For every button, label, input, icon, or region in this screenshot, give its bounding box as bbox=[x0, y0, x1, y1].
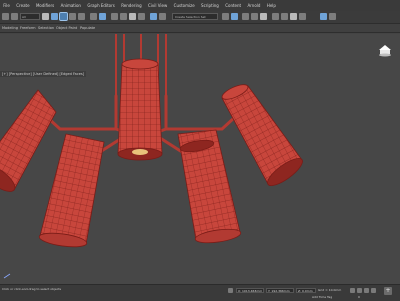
select-rotate-icon[interactable] bbox=[69, 13, 76, 20]
menu-bar: File Create Modifiers Animation Graph Ed… bbox=[0, 0, 400, 11]
percent-snap-icon[interactable] bbox=[129, 13, 136, 20]
lock-selection-icon[interactable] bbox=[228, 288, 233, 293]
menu-item-graph-editors[interactable]: Graph Editors bbox=[84, 0, 118, 11]
menu-item-modifiers[interactable]: Modifiers bbox=[33, 0, 58, 11]
add-time-tag[interactable]: Add Time Tag bbox=[312, 295, 332, 299]
x-coordinate-field[interactable]: X: 1013.463mm bbox=[236, 288, 264, 293]
add-key-button[interactable]: + bbox=[384, 287, 392, 295]
selection-filter-dropdown[interactable]: All bbox=[20, 13, 40, 20]
select-region-icon[interactable] bbox=[51, 13, 58, 20]
menu-item-create[interactable]: Create bbox=[13, 0, 33, 11]
z-coordinate-field[interactable]: Z: 0.0mm bbox=[296, 288, 316, 293]
menu-item-rendering[interactable]: Rendering bbox=[118, 0, 145, 11]
align-icon[interactable] bbox=[222, 13, 229, 20]
menu-item-arnold[interactable]: Arnold bbox=[244, 0, 263, 11]
render-in-cloud-icon[interactable] bbox=[329, 13, 336, 20]
tab-selection[interactable]: Selection bbox=[38, 24, 54, 32]
menu-item-file[interactable]: File bbox=[0, 0, 13, 11]
select-scale-icon[interactable] bbox=[78, 13, 85, 20]
menu-item-help[interactable]: Help bbox=[264, 0, 280, 11]
render-production-icon[interactable] bbox=[299, 13, 306, 20]
undo-icon[interactable] bbox=[2, 13, 9, 20]
material-editor-icon[interactable] bbox=[272, 13, 279, 20]
reference-coordinate-icon[interactable] bbox=[90, 13, 97, 20]
lamp-shade-right bbox=[177, 129, 242, 244]
select-move-icon[interactable] bbox=[59, 12, 68, 21]
play-icon[interactable] bbox=[357, 288, 362, 293]
toggle-ribbon-icon[interactable] bbox=[242, 13, 249, 20]
schematic-view-icon[interactable] bbox=[260, 13, 267, 20]
menu-item-civil-view[interactable]: Civil View bbox=[145, 0, 171, 11]
grid-size: Grid = 10.0mm bbox=[318, 288, 342, 292]
menu-item-scripting[interactable]: Scripting bbox=[198, 0, 222, 11]
layer-explorer-icon[interactable] bbox=[231, 13, 238, 20]
current-frame[interactable]: 0 bbox=[358, 295, 360, 299]
pivot-center-icon[interactable] bbox=[99, 13, 106, 20]
lamp-shade-center bbox=[117, 58, 163, 161]
app-window: File Create Modifiers Animation Graph Ed… bbox=[0, 0, 400, 301]
render-setup-icon[interactable] bbox=[281, 13, 288, 20]
goto-end-icon[interactable] bbox=[371, 288, 376, 293]
rendered-frame-window-icon[interactable] bbox=[290, 13, 297, 20]
named-selection-set[interactable]: Create Selection Set bbox=[172, 13, 218, 20]
lamp-shade-far-left bbox=[0, 89, 57, 192]
menu-item-animation[interactable]: Animation bbox=[57, 0, 84, 11]
next-frame-icon[interactable] bbox=[364, 288, 369, 293]
lamp-shade-far-right bbox=[221, 84, 303, 186]
select-object-icon[interactable] bbox=[42, 13, 49, 20]
status-prompt: Click or click-and-drag to select object… bbox=[2, 287, 62, 291]
menu-item-content[interactable]: Content bbox=[222, 0, 244, 11]
tab-populate[interactable]: Populate bbox=[80, 24, 95, 32]
arnold-render-icon[interactable] bbox=[320, 13, 327, 20]
key-filters-icon[interactable] bbox=[350, 288, 355, 293]
perspective-viewport[interactable]: [+] [Perspective] [User Defined] [Edged … bbox=[0, 34, 400, 284]
redo-icon[interactable] bbox=[11, 13, 18, 20]
curve-editor-icon[interactable] bbox=[251, 13, 258, 20]
lamp-shade-left bbox=[38, 133, 105, 248]
mirror-icon[interactable] bbox=[159, 13, 166, 20]
snap-toggle-icon[interactable] bbox=[111, 13, 118, 20]
status-bar: Click or click-and-drag to select object… bbox=[0, 284, 400, 301]
edit-named-selection-icon[interactable] bbox=[150, 13, 157, 20]
menu-item-customize[interactable]: Customize bbox=[170, 0, 197, 11]
grid-axis-marker bbox=[3, 273, 11, 279]
viewport-label[interactable]: [+] [Perspective] [User Defined] [Edged … bbox=[0, 71, 87, 77]
tab-object-paint[interactable]: Object Paint bbox=[56, 24, 77, 32]
viewcube-home-icon[interactable] bbox=[378, 44, 392, 58]
tab-modeling[interactable]: Modeling bbox=[2, 24, 18, 32]
ribbon-tabs: Modeling Freeform Selection Object Paint… bbox=[0, 24, 400, 33]
spinner-snap-icon[interactable] bbox=[138, 13, 145, 20]
tab-freeform[interactable]: Freeform bbox=[20, 24, 36, 32]
y-coordinate-field[interactable]: Y: 192.366mm bbox=[266, 288, 294, 293]
main-toolbar: All Create Selection Set bbox=[0, 11, 400, 24]
angle-snap-icon[interactable] bbox=[120, 13, 127, 20]
